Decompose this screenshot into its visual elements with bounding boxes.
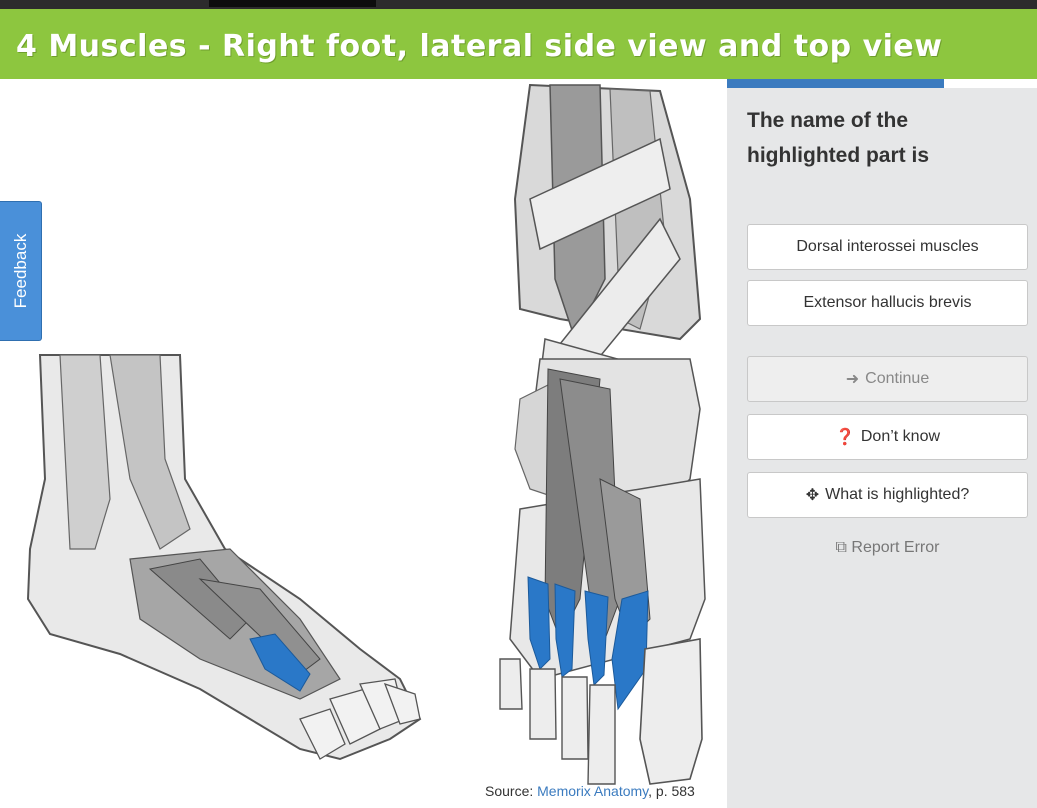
arrow-right-icon: ➜ — [845, 371, 860, 388]
answer-option-2-label: Extensor hallucis brevis — [803, 294, 972, 311]
foot-diagrams — [26, 83, 706, 785]
foot-lateral-view — [26, 354, 422, 761]
foot-top-view — [499, 83, 706, 785]
move-arrows-icon: ✥ — [805, 487, 820, 504]
page-title: 4 Muscles - Right foot, lateral side vie… — [16, 29, 943, 64]
anatomy-illustration: Source: Memorix Anatomy, p. 583 — [0, 79, 727, 808]
answer-option-1-label: Dorsal interossei muscles — [796, 238, 979, 255]
question-text: The name of the highlighted part is — [747, 109, 929, 167]
dont-know-button[interactable]: ❓ Don’t know — [747, 414, 1028, 460]
source-prefix: Source: — [485, 783, 534, 799]
feedback-tab[interactable]: Feedback — [0, 201, 42, 341]
what-highlighted-button[interactable]: ✥ What is highlighted? — [747, 472, 1028, 518]
external-link-icon: ⧉ — [835, 539, 847, 556]
progress-bar — [727, 79, 1037, 88]
feedback-label: Feedback — [10, 233, 30, 309]
source-link[interactable]: Memorix Anatomy — [537, 783, 648, 799]
report-error-label: Report Error — [851, 539, 940, 556]
question-circle-icon: ❓ — [834, 429, 855, 446]
source-citation: Source: Memorix Anatomy, p. 583 — [485, 783, 695, 799]
dont-know-label: Don’t know — [860, 428, 941, 445]
active-tab[interactable] — [209, 0, 376, 7]
continue-button[interactable]: ➜ Continue — [747, 356, 1028, 402]
what-highlighted-label: What is highlighted? — [825, 486, 970, 503]
continue-label: Continue — [865, 370, 930, 387]
title-banner: 4 Muscles - Right foot, lateral side vie… — [0, 9, 1037, 79]
progress-fill — [727, 79, 944, 88]
answer-option-1[interactable]: Dorsal interossei muscles — [747, 224, 1028, 270]
answer-option-2[interactable]: Extensor hallucis brevis — [747, 280, 1028, 326]
source-suffix: , p. 583 — [648, 783, 695, 799]
browser-top-bar — [0, 0, 1037, 9]
quiz-panel: The name of the highlighted part is Dors… — [727, 79, 1037, 808]
report-error-link[interactable]: ⧉ Report Error — [747, 539, 1028, 557]
